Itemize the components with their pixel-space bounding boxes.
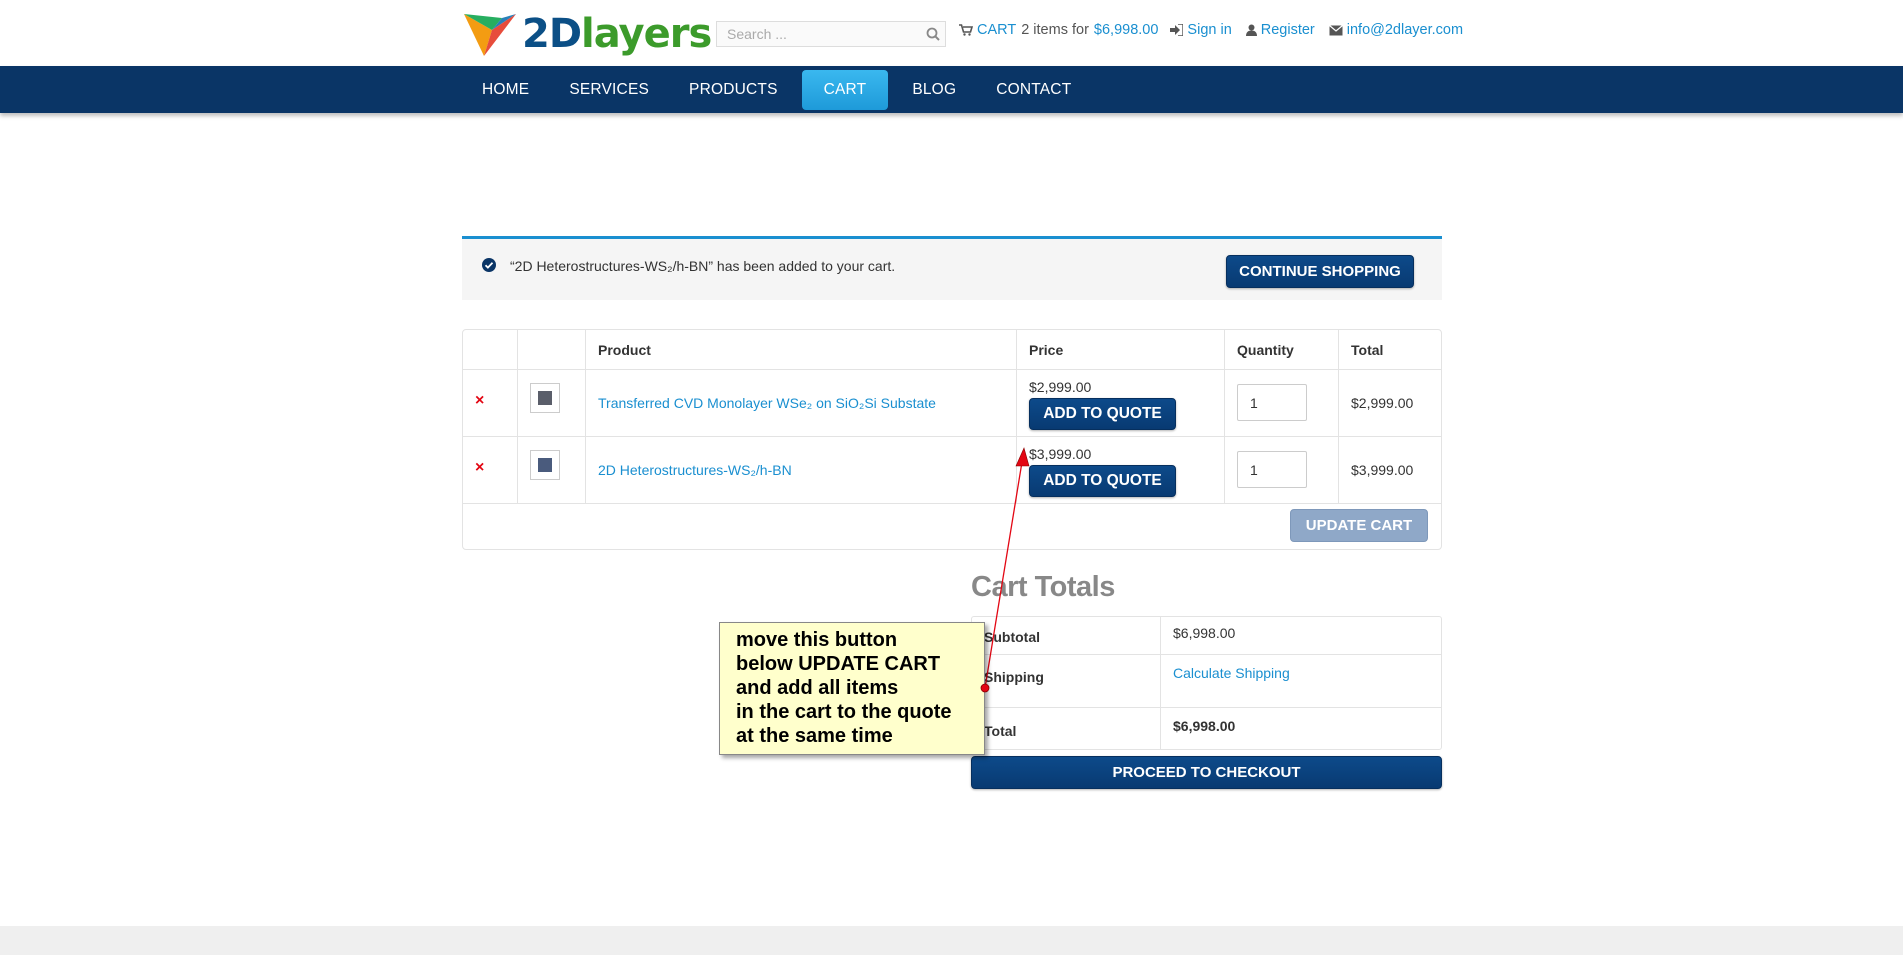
line-total: $3,999.00 bbox=[1351, 462, 1414, 478]
total-row: Total $6,998.00 bbox=[972, 708, 1441, 749]
header-quantity: Quantity bbox=[1237, 342, 1294, 358]
header-price: Price bbox=[1029, 342, 1064, 358]
cart-totals-table: Subtotal $6,998.00 Shipping Calculate Sh… bbox=[971, 616, 1442, 750]
annotation-note: move this button below UPDATE CART and a… bbox=[719, 622, 985, 755]
product-link[interactable]: 2D Heterostructures-WS₂/h-BN bbox=[598, 462, 792, 478]
line-total: $2,999.00 bbox=[1351, 395, 1414, 411]
user-icon bbox=[1245, 24, 1257, 36]
annotation-line: move this button bbox=[736, 629, 898, 651]
shopping-cart-icon bbox=[959, 24, 973, 36]
header-total: Total bbox=[1351, 342, 1384, 358]
top-links: CART 2 items for $6,998.00 Sign in Regis… bbox=[959, 22, 1463, 38]
proceed-to-checkout-button[interactable]: PROCEED TO CHECKOUT bbox=[971, 756, 1442, 789]
annotation-line: at the same time bbox=[736, 725, 893, 747]
table-header-row: Product Price Quantity Total bbox=[463, 330, 1441, 370]
shipping-row: Shipping Calculate Shipping bbox=[972, 655, 1441, 708]
product-link[interactable]: Transferred CVD Monolayer WSe₂ on SiO₂Si… bbox=[598, 395, 936, 411]
sign-in-label: Sign in bbox=[1187, 22, 1232, 38]
subtotal-label: Subtotal bbox=[984, 629, 1040, 645]
logo-mark-icon bbox=[464, 14, 516, 56]
product-price: $2,999.00 bbox=[1029, 379, 1092, 395]
nav-services[interactable]: SERVICES bbox=[549, 70, 669, 110]
table-row: × 2D Heterostructures-WS₂/h-BN $3,999.00… bbox=[463, 437, 1441, 504]
add-to-quote-button[interactable]: ADD TO QUOTE bbox=[1029, 465, 1176, 497]
logo-text-2d: 2D bbox=[522, 11, 582, 57]
continue-shopping-button[interactable]: CONTINUE SHOPPING bbox=[1226, 255, 1414, 288]
nav-blog[interactable]: BLOG bbox=[892, 70, 976, 110]
cart-link[interactable]: CART bbox=[959, 22, 1016, 38]
register-label: Register bbox=[1260, 22, 1315, 38]
main-nav: HOME SERVICES PRODUCTS CART BLOG CONTACT bbox=[0, 66, 1903, 113]
site-header: 2Dlayers CART 2 items for $6,998.00 Sign… bbox=[0, 0, 1903, 66]
shipping-label: Shipping bbox=[984, 669, 1044, 685]
email-label: info@2dlayer.com bbox=[1346, 22, 1464, 38]
update-cart-button[interactable]: UPDATE CART bbox=[1290, 509, 1428, 542]
annotation-line: and add all items bbox=[736, 677, 899, 699]
product-price: $3,999.00 bbox=[1029, 446, 1092, 462]
page-footer bbox=[0, 926, 1903, 955]
cart-table: Product Price Quantity Total × Transferr… bbox=[462, 329, 1442, 550]
product-thumbnail[interactable] bbox=[530, 383, 560, 413]
cart-link-label: CART bbox=[977, 22, 1017, 38]
add-to-quote-button[interactable]: ADD TO QUOTE bbox=[1029, 398, 1176, 430]
total-value: $6,998.00 bbox=[1173, 718, 1236, 734]
annotation-line: in the cart to the quote bbox=[736, 701, 952, 723]
sign-in-icon bbox=[1170, 24, 1184, 36]
search-input[interactable] bbox=[717, 22, 921, 46]
search-box bbox=[716, 21, 946, 47]
total-label: Total bbox=[984, 723, 1017, 739]
remove-item-icon[interactable]: × bbox=[475, 459, 484, 477]
subtotal-row: Subtotal $6,998.00 bbox=[972, 617, 1441, 655]
email-link[interactable]: info@2dlayer.com bbox=[1328, 22, 1464, 38]
envelope-icon bbox=[1328, 24, 1343, 36]
nav-home[interactable]: HOME bbox=[462, 70, 549, 110]
quantity-input[interactable] bbox=[1237, 451, 1307, 488]
cart-amount-link[interactable]: $6,998.00 bbox=[1094, 22, 1159, 38]
nav-contact[interactable]: CONTACT bbox=[976, 70, 1091, 110]
quantity-input[interactable] bbox=[1237, 384, 1307, 421]
search-icon[interactable] bbox=[921, 22, 945, 46]
table-row: × Transferred CVD Monolayer WSe₂ on SiO₂… bbox=[463, 370, 1441, 437]
logo-text-layers: layers bbox=[581, 11, 712, 57]
sign-in-link[interactable]: Sign in bbox=[1170, 22, 1232, 38]
check-circle-icon bbox=[482, 258, 496, 277]
cart-totals-title: Cart Totals bbox=[971, 571, 1115, 603]
calculate-shipping-link[interactable]: Calculate Shipping bbox=[1173, 665, 1290, 681]
notice-message: “2D Heterostructures-WS₂/h-BN” has been … bbox=[510, 258, 896, 274]
cart-summary: 2 items for bbox=[1021, 22, 1089, 38]
nav-cart[interactable]: CART bbox=[801, 69, 889, 110]
logo[interactable]: 2Dlayers bbox=[462, 10, 712, 58]
annotation-line: below UPDATE CART bbox=[736, 653, 941, 675]
product-thumbnail[interactable] bbox=[530, 450, 560, 480]
header-product: Product bbox=[598, 342, 651, 358]
nav-products[interactable]: PRODUCTS bbox=[669, 70, 798, 110]
subtotal-value: $6,998.00 bbox=[1173, 625, 1236, 641]
cart-notice: “2D Heterostructures-WS₂/h-BN” has been … bbox=[462, 236, 1442, 300]
remove-item-icon[interactable]: × bbox=[475, 392, 484, 410]
register-link[interactable]: Register bbox=[1245, 22, 1315, 38]
